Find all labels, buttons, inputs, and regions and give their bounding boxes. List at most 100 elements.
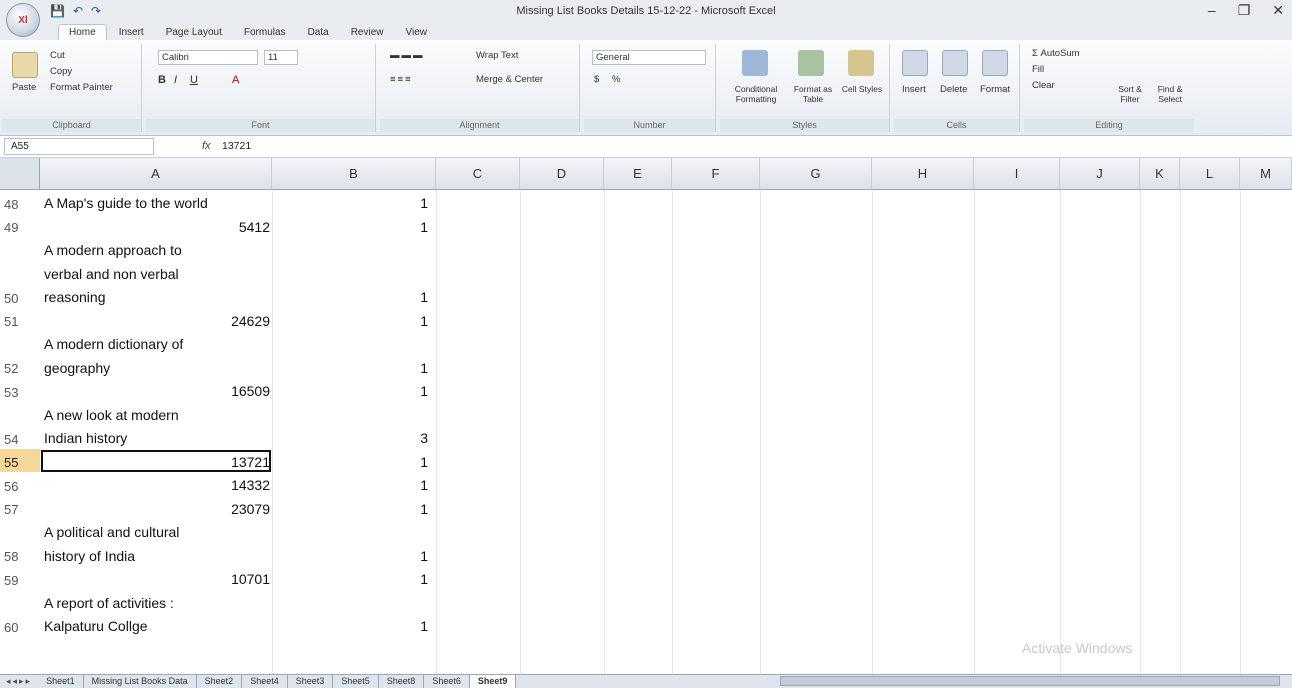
cell-a49-number[interactable]: 5412 <box>44 219 270 235</box>
cell-a50-text[interactable]: reasoning <box>44 289 270 305</box>
cell-b58[interactable]: 1 <box>276 548 428 564</box>
cell-b49[interactable]: 1 <box>276 219 428 235</box>
copy-button[interactable]: Copy <box>50 66 72 77</box>
cell-a60-text[interactable]: A report of activities : <box>44 595 270 611</box>
currency-button[interactable]: $ <box>594 74 599 85</box>
restore-button[interactable]: ❐ <box>1238 2 1251 19</box>
delete-button[interactable]: Delete <box>940 84 967 95</box>
cell-b52[interactable]: 1 <box>276 360 428 376</box>
format-button[interactable]: Format <box>980 84 1010 95</box>
close-button[interactable]: ✕ <box>1272 2 1284 19</box>
sheet-tab-sheet5[interactable]: Sheet5 <box>333 675 379 688</box>
tab-home[interactable]: Home <box>58 24 107 40</box>
format-painter-button[interactable]: Format Painter <box>50 82 113 93</box>
cell-b50[interactable]: 1 <box>276 289 428 305</box>
row-header-53[interactable]: 53 <box>0 378 40 402</box>
insert-button[interactable]: Insert <box>902 84 926 95</box>
sheet-tab-sheet6[interactable]: Sheet6 <box>424 675 470 688</box>
bold-icon[interactable]: B <box>158 74 166 86</box>
tab-review[interactable]: Review <box>341 25 394 40</box>
cell-a54-text[interactable]: A new look at modern <box>44 407 270 423</box>
sheet-tab-sheet1[interactable]: Sheet1 <box>38 675 84 688</box>
autosum-button[interactable]: Σ AutoSum <box>1032 48 1080 59</box>
cell-b53[interactable]: 1 <box>276 383 428 399</box>
insert-cells-icon[interactable] <box>902 50 928 76</box>
cell-b59[interactable]: 1 <box>276 571 428 587</box>
column-header-c[interactable]: C <box>436 158 520 190</box>
font-size-select[interactable]: 11 <box>264 50 298 65</box>
cell-a52-text[interactable]: geography <box>44 360 270 376</box>
tab-view[interactable]: View <box>395 25 437 40</box>
row-header-48[interactable]: 48 <box>0 190 40 214</box>
column-header-i[interactable]: I <box>974 158 1060 190</box>
column-header-l[interactable]: L <box>1180 158 1240 190</box>
row-header-49[interactable]: 49 <box>0 214 40 238</box>
minimize-button[interactable]: – <box>1208 2 1216 19</box>
format-cells-icon[interactable] <box>982 50 1008 76</box>
horizontal-scrollbar[interactable] <box>780 676 1280 686</box>
justify-icons[interactable]: ≡≡≡ <box>390 74 413 85</box>
paste-button[interactable]: Paste <box>12 82 36 93</box>
cell-a59-number[interactable]: 10701 <box>44 571 270 587</box>
cell-b57[interactable]: 1 <box>276 501 428 517</box>
italic-icon[interactable]: I <box>174 74 177 86</box>
name-box[interactable]: A55 <box>4 138 154 155</box>
clear-button[interactable]: Clear <box>1032 80 1055 91</box>
formula-input[interactable]: 13721 <box>222 140 251 152</box>
conditional-formatting-icon[interactable] <box>742 50 768 76</box>
column-header-e[interactable]: E <box>604 158 672 190</box>
sheet-nav-arrows[interactable]: ◂◂▸▸ <box>0 676 38 687</box>
cell-a57-number[interactable]: 23079 <box>44 501 270 517</box>
cell-a58-text[interactable]: history of India <box>44 548 270 564</box>
fx-icon[interactable]: fx <box>202 140 211 152</box>
conditional-formatting-button[interactable]: Conditional Formatting <box>724 84 788 104</box>
column-header-m[interactable]: M <box>1240 158 1292 190</box>
row-header-50[interactable]: 50 <box>0 237 40 308</box>
underline-icon[interactable]: U <box>190 74 198 86</box>
office-button[interactable]: Xl <box>6 3 40 37</box>
tab-data[interactable]: Data <box>298 25 339 40</box>
sort-filter-button[interactable]: Sort & Filter <box>1110 84 1150 104</box>
cell-b48[interactable]: 1 <box>276 195 428 211</box>
cell-a50-text[interactable]: A modern approach to <box>44 242 270 258</box>
column-header-d[interactable]: D <box>520 158 604 190</box>
cell-b51[interactable]: 1 <box>276 313 428 329</box>
column-header-b[interactable]: B <box>272 158 436 190</box>
cell-a51-number[interactable]: 24629 <box>44 313 270 329</box>
cell-a53-number[interactable]: 16509 <box>44 383 270 399</box>
cell-a48-text[interactable]: A Map's guide to the world <box>44 195 270 211</box>
row-header-57[interactable]: 57 <box>0 496 40 520</box>
row-header-54[interactable]: 54 <box>0 402 40 449</box>
row-header-56[interactable]: 56 <box>0 472 40 496</box>
sheet-tab-sheet8[interactable]: Sheet8 <box>379 675 425 688</box>
cell-a56-number[interactable]: 14332 <box>44 477 270 493</box>
sheet-tab-sheet9[interactable]: Sheet9 <box>469 675 517 688</box>
merge-center-button[interactable]: Merge & Center <box>476 74 543 85</box>
column-header-k[interactable]: K <box>1140 158 1180 190</box>
row-header-55[interactable]: 55 <box>0 448 40 472</box>
row-header-58[interactable]: 58 <box>0 519 40 566</box>
font-name-select[interactable]: Calibri <box>158 50 258 65</box>
cell-b54[interactable]: 3 <box>276 430 428 446</box>
tab-page-layout[interactable]: Page Layout <box>156 25 232 40</box>
fill-button[interactable]: Fill <box>1032 64 1044 75</box>
row-header-60[interactable]: 60 <box>0 590 40 637</box>
cell-b55[interactable]: 1 <box>276 454 428 470</box>
sheet-tab-missing-list-books-data[interactable]: Missing List Books Data <box>84 675 197 688</box>
column-header-a[interactable]: A <box>40 158 272 190</box>
cell-styles-icon[interactable] <box>848 50 874 76</box>
cell-a58-text[interactable]: A political and cultural <box>44 524 270 540</box>
align-icons[interactable]: ▬▬▬ <box>390 50 425 61</box>
format-as-table-button[interactable]: Format as Table <box>786 84 840 104</box>
row-header-52[interactable]: 52 <box>0 331 40 378</box>
number-format-select[interactable]: General <box>592 50 706 65</box>
percent-button[interactable]: % <box>612 74 620 85</box>
cell-a52-text[interactable]: A modern dictionary of <box>44 336 270 352</box>
row-header-59[interactable]: 59 <box>0 566 40 590</box>
tab-formulas[interactable]: Formulas <box>234 25 296 40</box>
find-select-button[interactable]: Find & Select <box>1150 84 1190 104</box>
cell-a54-text[interactable]: Indian history <box>44 430 270 446</box>
sheet-tab-sheet3[interactable]: Sheet3 <box>288 675 334 688</box>
cell-a60-text[interactable]: Kalpaturu Collge <box>44 618 270 634</box>
cell-a50-text[interactable]: verbal and non verbal <box>44 266 270 282</box>
